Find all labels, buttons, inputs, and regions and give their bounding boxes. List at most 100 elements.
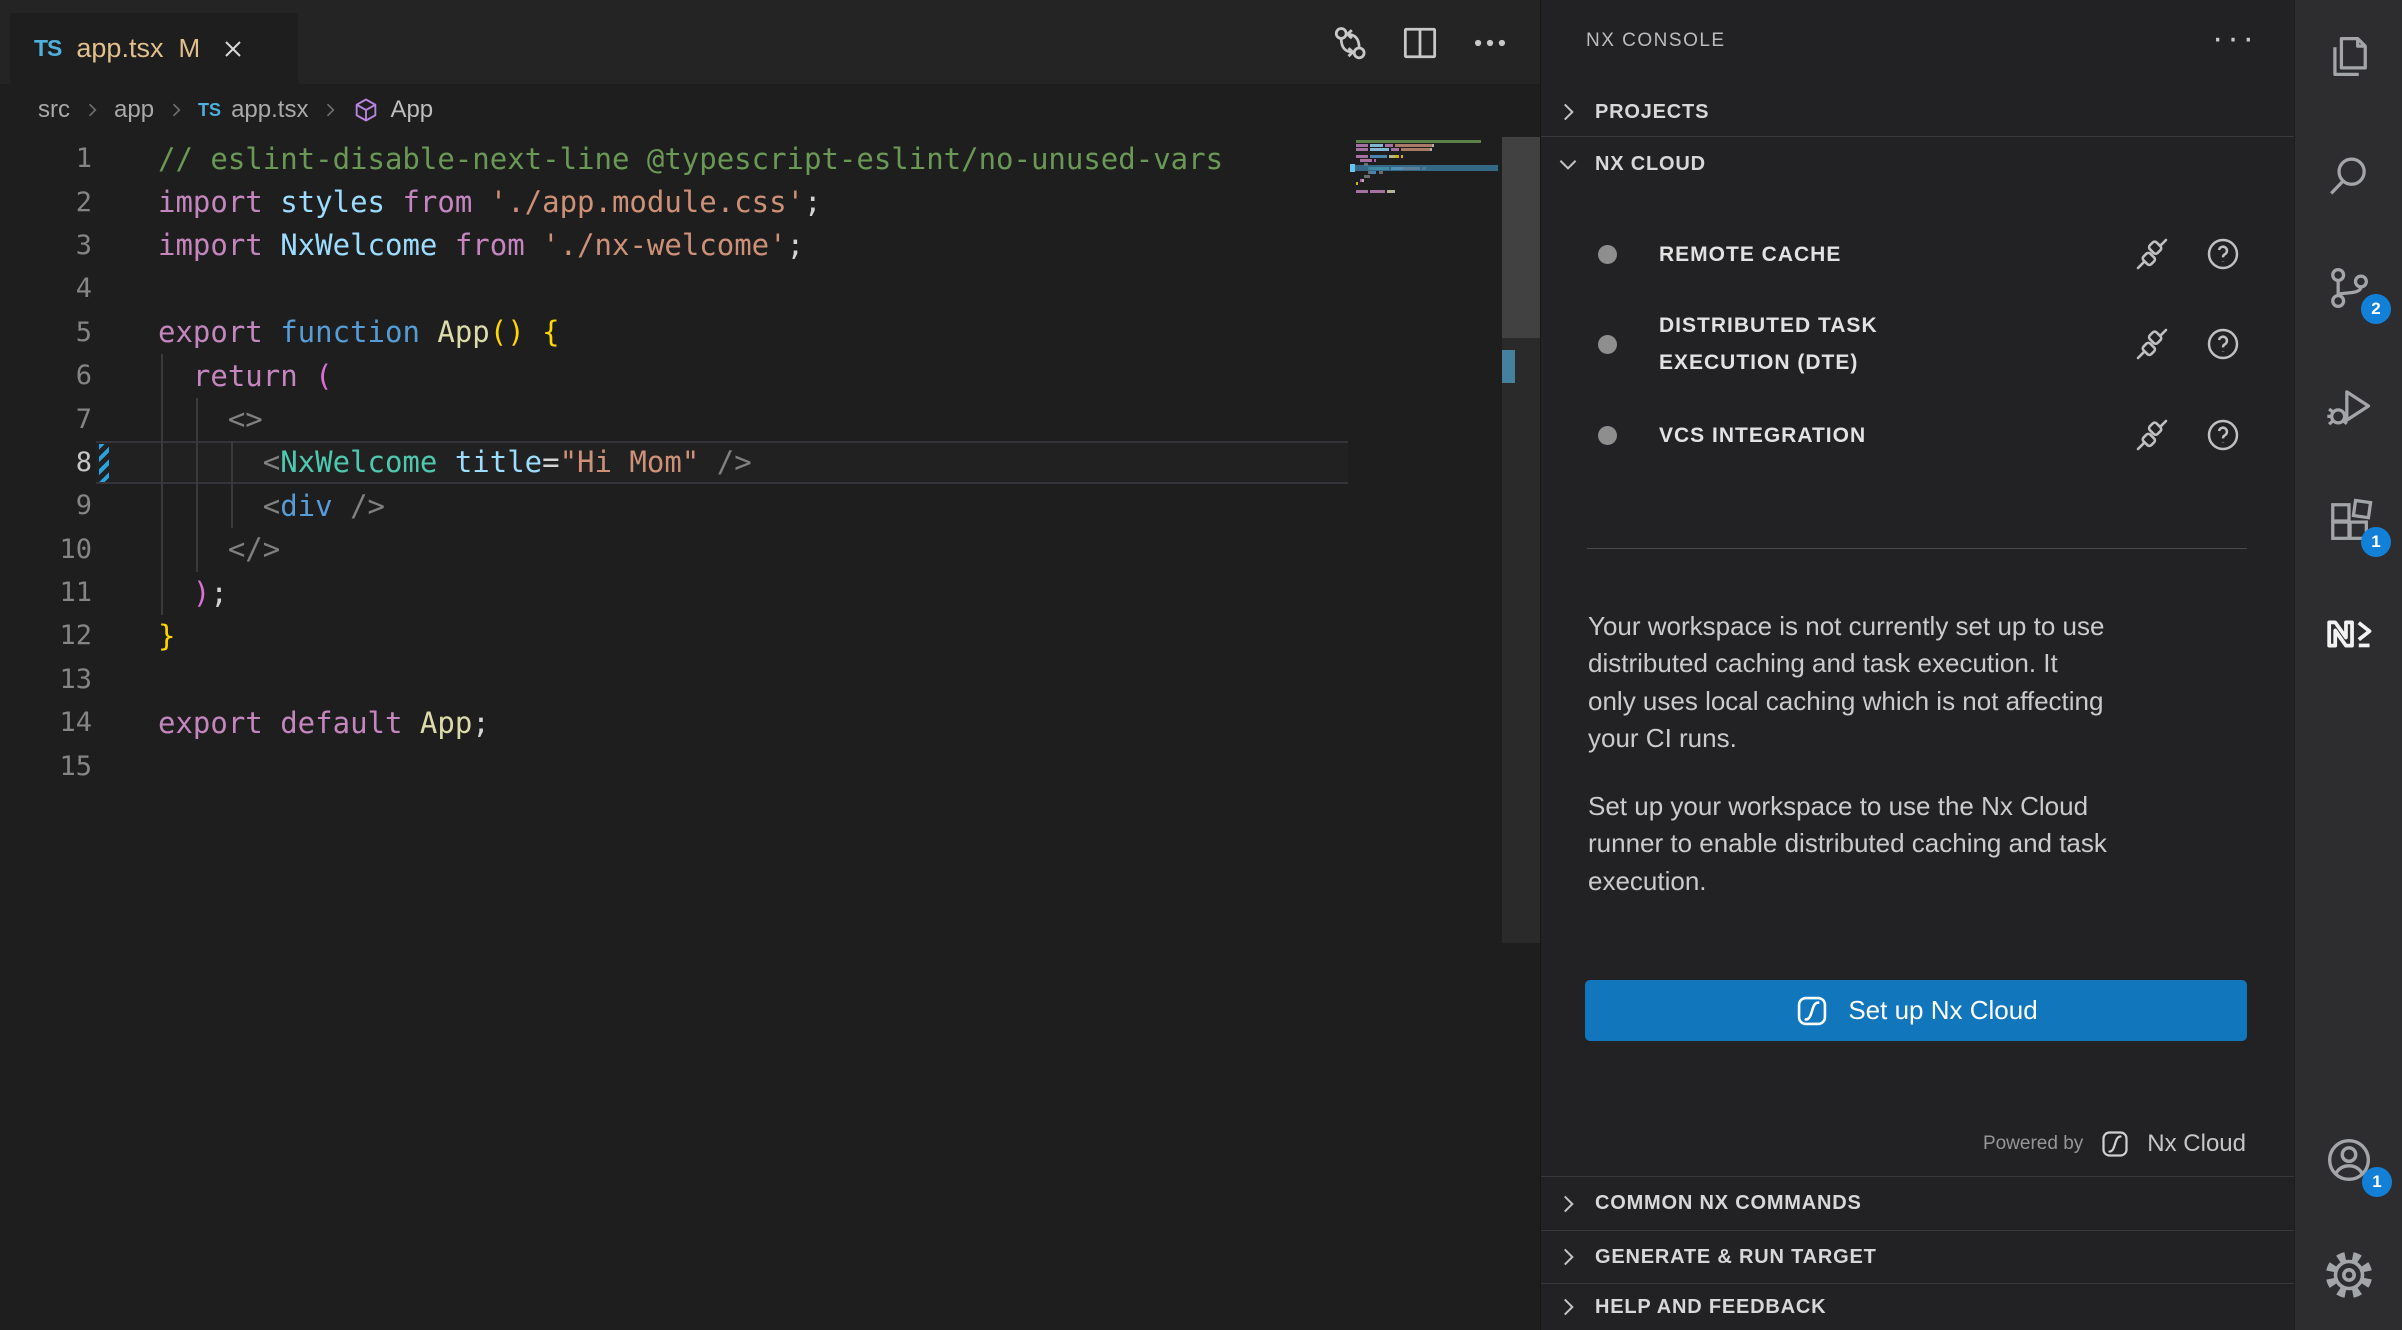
tab-bar: TS app.tsx M (0, 0, 1540, 84)
breadcrumb-item-symbol-app[interactable]: App (352, 96, 433, 124)
connect-icon[interactable] (2131, 233, 2173, 275)
code-line: 5export function App() { (0, 311, 1500, 354)
code-editor[interactable]: 1// eslint-disable-next-line @typescript… (0, 137, 1500, 788)
tab-app-tsx[interactable]: TS app.tsx M (10, 13, 298, 84)
section-label: NX CLOUD (1595, 153, 1706, 176)
help-icon[interactable] (2203, 234, 2243, 274)
account-icon: 1 (2322, 1133, 2376, 1187)
code-line: 12} (0, 614, 1500, 657)
line-number: 3 (0, 230, 92, 261)
line-number: 10 (0, 534, 92, 565)
code-line: 11 ); (0, 571, 1500, 614)
line-number: 12 (0, 620, 92, 651)
breadcrumb-separator-icon (82, 100, 102, 120)
nx-console-panel: NX CONSOLE ··· PROJECTS NX CLOUD REMOTE … (1540, 0, 2294, 1330)
line-number: 9 (0, 490, 92, 521)
section-help-and-feedback[interactable]: HELP AND FEEDBACK (1541, 1283, 2294, 1330)
line-number: 5 (0, 317, 92, 348)
breadcrumb-item-src[interactable]: src (38, 96, 70, 124)
ts-file-icon: TS (198, 100, 221, 121)
activity-item-source-control[interactable]: 2 (2295, 256, 2402, 320)
activity-item-extensions[interactable]: 1 (2295, 489, 2402, 553)
powered-by-label: Powered by (1983, 1133, 2083, 1155)
nx-cloud-item-vcs-integration: VCS INTEGRATION (1541, 407, 2294, 463)
nx-cloud-message: Set up your workspace to use the Nx Clou… (1588, 788, 2258, 900)
divider (1587, 548, 2247, 549)
nx-cloud-item-dte: DISTRIBUTED TASKEXECUTION (DTE) (1541, 300, 2294, 388)
section-label: GENERATE & RUN TARGET (1595, 1246, 1877, 1269)
bullet-icon (1598, 426, 1617, 445)
code-line: 6 return ( (0, 354, 1500, 397)
nx-cloud-item-remote-cache: REMOTE CACHE (1541, 225, 2294, 283)
more-actions-icon[interactable] (1468, 21, 1512, 65)
section-label: PROJECTS (1595, 101, 1709, 124)
section-nx-cloud[interactable]: NX CLOUD (1541, 138, 2294, 190)
overview-ruler-modified-marker (1502, 350, 1515, 383)
activity-item-nx-console[interactable] (2295, 602, 2402, 666)
breadcrumb-item-file[interactable]: TS app.tsx (198, 96, 308, 124)
minimap-current-line (1350, 165, 1498, 171)
setup-nx-cloud-button[interactable]: Set up Nx Cloud (1585, 980, 2247, 1041)
nx-cloud-logo-icon (2099, 1128, 2131, 1160)
minimap[interactable] (1350, 140, 1498, 440)
close-icon[interactable] (219, 35, 247, 63)
activity-item-manage[interactable] (2295, 1243, 2402, 1307)
code-line: 1// eslint-disable-next-line @typescript… (0, 137, 1500, 180)
chevron-right-icon (1555, 1294, 1581, 1320)
activity-item-accounts[interactable]: 1 (2295, 1128, 2402, 1192)
extensions-icon: 1 (2323, 495, 2375, 547)
nx-console-icon (2321, 606, 2377, 662)
chevron-down-icon (1555, 151, 1581, 177)
help-icon[interactable] (2203, 415, 2243, 455)
section-label: COMMON NX COMMANDS (1595, 1192, 1862, 1215)
nx-cloud-logo-icon (1794, 993, 1830, 1029)
connect-icon[interactable] (2131, 323, 2173, 365)
section-common-nx-commands[interactable]: COMMON NX COMMANDS (1541, 1176, 2294, 1230)
code-line: 7 <> (0, 397, 1500, 440)
source-control-icon: 2 (2323, 262, 2375, 314)
line-number: 8 (0, 447, 92, 478)
bullet-icon (1598, 245, 1617, 264)
nx-cloud-message: Your workspace is not currently set up t… (1588, 608, 2258, 758)
indent-guide (161, 354, 163, 615)
code-line: 2import styles from './app.module.css'; (0, 180, 1500, 223)
code-line: 13 (0, 658, 1500, 701)
code-line: 3import NxWelcome from './nx-welcome'; (0, 224, 1500, 267)
setup-button-label: Set up Nx Cloud (1848, 995, 2037, 1026)
feature-label: REMOTE CACHE (1659, 236, 1841, 273)
line-number: 7 (0, 404, 92, 435)
split-editor-icon[interactable] (1398, 21, 1442, 65)
open-changes-icon[interactable] (1328, 21, 1372, 65)
connect-icon[interactable] (2131, 414, 2173, 456)
breadcrumb-item-app[interactable]: app (114, 96, 154, 124)
help-icon[interactable] (2203, 324, 2243, 364)
section-projects[interactable]: PROJECTS (1541, 88, 2294, 137)
section-generate-run-target[interactable]: GENERATE & RUN TARGET (1541, 1230, 2294, 1283)
code-line: 15 (0, 744, 1500, 787)
line-number: 1 (0, 143, 92, 174)
editor-toolbar (1328, 20, 1518, 66)
activity-item-explorer[interactable] (2295, 25, 2402, 89)
panel-header: NX CONSOLE ··· (1541, 0, 2294, 88)
badge: 1 (2362, 1167, 2392, 1197)
line-number: 6 (0, 360, 92, 391)
panel-more-actions-icon[interactable]: ··· (2212, 18, 2258, 58)
bullet-icon (1598, 335, 1617, 354)
modified-indicator: M (178, 33, 200, 64)
vscode-window: TS app.tsx M (0, 0, 2402, 1330)
symbol-cube-icon (352, 96, 380, 124)
line-number: 11 (0, 577, 92, 608)
indent-guide (231, 441, 233, 528)
code-line: 4 (0, 267, 1500, 310)
breadcrumb-separator-icon (166, 100, 186, 120)
line-number: 14 (0, 707, 92, 738)
scrollbar-slider[interactable] (1502, 137, 1540, 338)
line-number: 13 (0, 664, 92, 695)
search-icon (2323, 150, 2375, 202)
chevron-right-icon (1555, 1191, 1581, 1217)
breadcrumb: src app TS app.tsx App (0, 84, 1540, 136)
code-line: 9 <div /> (0, 484, 1500, 527)
panel-title: NX CONSOLE (1586, 30, 1726, 52)
activity-item-search[interactable] (2295, 144, 2402, 208)
activity-item-run-and-debug[interactable] (2295, 374, 2402, 438)
